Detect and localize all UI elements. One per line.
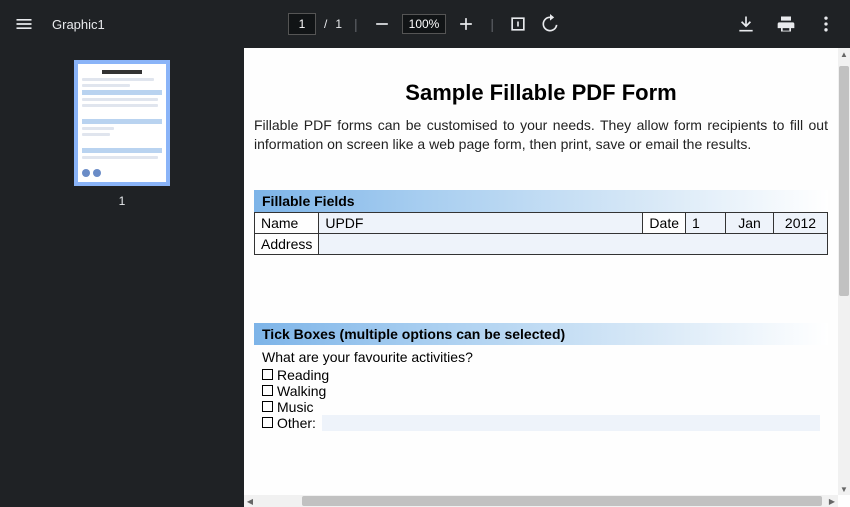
address-label: Address bbox=[255, 233, 319, 254]
zoom-level[interactable]: 100% bbox=[402, 14, 447, 34]
page-thumbnail[interactable] bbox=[74, 60, 170, 186]
page-separator: / bbox=[324, 17, 327, 31]
section-header-tickboxes: Tick Boxes (multiple options can be sele… bbox=[254, 323, 828, 345]
name-label: Name bbox=[255, 212, 319, 233]
separator: | bbox=[354, 16, 358, 32]
name-field[interactable]: UPDF bbox=[319, 212, 643, 233]
address-field[interactable] bbox=[319, 233, 828, 254]
table-row: Address bbox=[255, 233, 828, 254]
zoom-out-icon[interactable] bbox=[370, 12, 394, 36]
checkbox-row: Walking bbox=[254, 383, 828, 399]
zoom-in-icon[interactable] bbox=[454, 12, 478, 36]
checkbox-label: Other: bbox=[277, 415, 316, 431]
document-filename: Graphic1 bbox=[52, 17, 105, 32]
thumbnail-sidebar: 1 bbox=[0, 48, 244, 507]
checkbox-music[interactable] bbox=[262, 401, 273, 412]
main-area: 1 Sample Fillable PDF Form Fillable PDF … bbox=[0, 48, 850, 507]
section-header-fields: Fillable Fields bbox=[254, 190, 828, 212]
scroll-up-arrow-icon[interactable]: ▲ bbox=[838, 48, 850, 60]
checkbox-reading[interactable] bbox=[262, 369, 273, 380]
fillable-fields-table: Name UPDF Date 1 Jan 2012 Address bbox=[254, 212, 828, 255]
checkbox-other[interactable] bbox=[262, 417, 273, 428]
horizontal-scroll-thumb[interactable] bbox=[302, 496, 822, 506]
checkbox-row: Other: bbox=[254, 415, 828, 431]
scroll-down-arrow-icon[interactable]: ▼ bbox=[838, 483, 850, 495]
question-text: What are your favourite activities? bbox=[254, 345, 828, 367]
date-month-field[interactable]: Jan bbox=[726, 212, 774, 233]
menu-icon[interactable] bbox=[12, 12, 36, 36]
page-title: Sample Fillable PDF Form bbox=[254, 80, 828, 106]
checkbox-walking[interactable] bbox=[262, 385, 273, 396]
scroll-right-arrow-icon[interactable]: ▶ bbox=[826, 495, 838, 507]
date-year-field[interactable]: 2012 bbox=[774, 212, 828, 233]
thumbnail-item[interactable]: 1 bbox=[74, 60, 170, 208]
vertical-scroll-thumb[interactable] bbox=[839, 66, 849, 296]
table-row: Name UPDF Date 1 Jan 2012 bbox=[255, 212, 828, 233]
checkbox-label: Reading bbox=[277, 367, 329, 383]
pdf-page: Sample Fillable PDF Form Fillable PDF fo… bbox=[244, 48, 838, 451]
page-number-input[interactable] bbox=[288, 13, 316, 35]
page-total: 1 bbox=[335, 17, 342, 31]
download-icon[interactable] bbox=[734, 12, 758, 36]
date-day-field[interactable]: 1 bbox=[686, 212, 726, 233]
more-icon[interactable] bbox=[814, 12, 838, 36]
document-viewport: Sample Fillable PDF Form Fillable PDF fo… bbox=[244, 48, 850, 507]
checkbox-label: Walking bbox=[277, 383, 326, 399]
print-icon[interactable] bbox=[774, 12, 798, 36]
checkbox-label: Music bbox=[277, 399, 314, 415]
scroll-left-arrow-icon[interactable]: ◀ bbox=[244, 495, 256, 507]
fit-page-icon[interactable] bbox=[506, 12, 530, 36]
vertical-scrollbar[interactable]: ▲ ▼ bbox=[838, 48, 850, 495]
date-label: Date bbox=[643, 212, 686, 233]
rotate-icon[interactable] bbox=[538, 12, 562, 36]
checkbox-row: Reading bbox=[254, 367, 828, 383]
checkbox-row: Music bbox=[254, 399, 828, 415]
pdf-toolbar: Graphic1 / 1 | 100% | bbox=[0, 0, 850, 48]
thumbnail-number: 1 bbox=[119, 194, 126, 208]
intro-paragraph: Fillable PDF forms can be customised to … bbox=[254, 116, 828, 154]
horizontal-scrollbar[interactable]: ◀ ▶ bbox=[244, 495, 838, 507]
separator: | bbox=[490, 16, 494, 32]
other-text-field[interactable] bbox=[322, 415, 820, 431]
